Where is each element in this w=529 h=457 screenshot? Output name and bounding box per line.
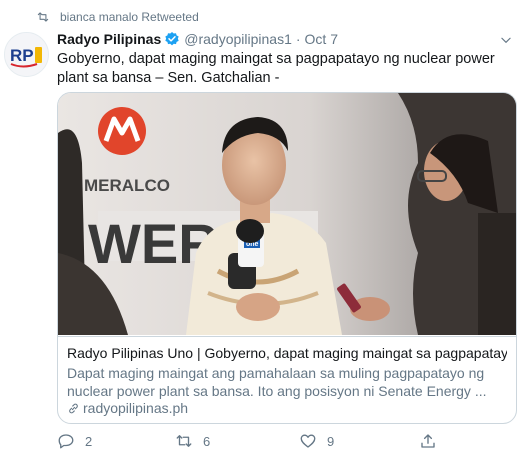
tweet-actions: 2 6 9: [57, 432, 477, 452]
card-description: Dapat maging maingat ang pamahalaan sa m…: [67, 365, 487, 399]
separator-dot: ·: [295, 31, 301, 47]
tweet-date[interactable]: Oct 7: [305, 31, 338, 47]
svg-text:RP: RP: [10, 46, 34, 65]
author-handle[interactable]: @radyopilipinas1: [184, 31, 292, 47]
heart-icon: [300, 434, 316, 448]
like-button[interactable]: 9: [299, 432, 334, 450]
retweet-button[interactable]: 6: [175, 432, 210, 450]
tweet[interactable]: bianca manalo Retweeted RP Radyo Pilipin…: [0, 0, 529, 457]
reply-button[interactable]: 2: [57, 432, 92, 450]
share-icon: [421, 434, 435, 448]
like-count: 9: [327, 433, 335, 449]
card-title[interactable]: Radyo Pilipinas Uno | Gobyerno, dapat ma…: [67, 344, 507, 362]
avatar[interactable]: RP: [4, 32, 49, 77]
card-info[interactable]: Radyo Pilipinas Uno | Gobyerno, dapat ma…: [58, 336, 516, 423]
link-icon: [69, 403, 78, 413]
retweeted-by-text: bianca manalo Retweeted: [60, 10, 199, 24]
radyo-pilipinas-logo: RP: [5, 33, 48, 76]
retweet-action-icon: [176, 435, 192, 447]
link-card[interactable]: MERALCO WER UP one Radyo Pilipinas Uno |…: [57, 92, 517, 424]
tweet-header: Radyo Pilipinas @radyopilipinas1 · Oct 7: [57, 31, 519, 47]
share-button[interactable]: [419, 432, 447, 450]
reply-icon: [58, 434, 74, 449]
card-photo: MERALCO WER UP one: [58, 93, 516, 335]
chevron-down-icon[interactable]: [499, 33, 513, 47]
card-domain-text: radyopilipinas.ph: [83, 400, 189, 416]
card-domain[interactable]: radyopilipinas.ph: [67, 400, 188, 416]
photo-logo-text: MERALCO: [84, 176, 170, 195]
retweet-icon: [37, 12, 49, 22]
retweet-context: bianca manalo Retweeted: [34, 9, 199, 25]
tweet-text: Gobyerno, dapat maging maingat sa pagpap…: [57, 51, 495, 86]
reply-count: 2: [85, 433, 93, 449]
retweet-count: 6: [203, 433, 211, 449]
author-name[interactable]: Radyo Pilipinas: [57, 31, 161, 47]
verified-badge-icon: [165, 32, 179, 46]
